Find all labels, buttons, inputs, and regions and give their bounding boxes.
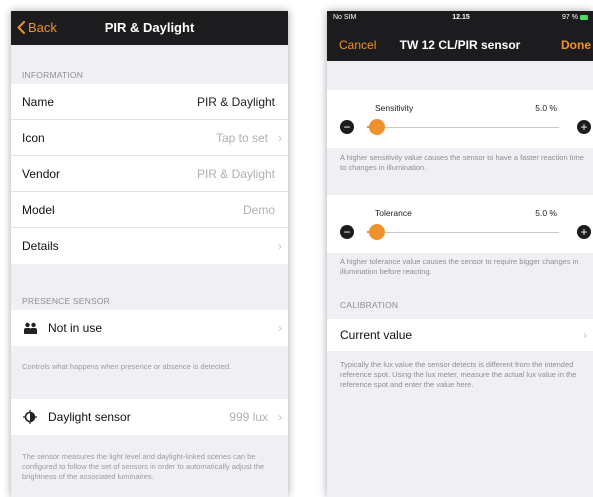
row-value: PIR & Daylight (196, 166, 275, 181)
status-bar: No SIM 12.15 97 % (333, 14, 589, 26)
navigation-bar: No SIM 12.15 97 % Cancel TW 12 CL/PIR se… (327, 11, 593, 61)
page-title: PIR & Daylight (104, 20, 195, 35)
battery-indicator: 97 % (562, 14, 589, 21)
row-label: Current value (340, 328, 413, 342)
clock: 12.15 (452, 14, 470, 21)
tolerance-slider-track[interactable] (367, 224, 559, 240)
row-label: Name (22, 94, 55, 109)
row-model[interactable]: Model Demo (11, 192, 288, 228)
sensitivity-label: Sensitivity (375, 103, 414, 113)
tolerance-decrease-button[interactable]: − (340, 225, 354, 239)
row-label: Icon (22, 130, 45, 145)
chevron-right-icon: › (278, 321, 282, 335)
chevron-right-icon: › (583, 328, 587, 342)
battery-percent: 97 % (562, 14, 578, 21)
tolerance-value: 5.0 % (535, 208, 557, 218)
row-value: PIR & Daylight (196, 94, 275, 109)
section-header-calibration: CALIBRATION (340, 300, 399, 310)
navigation-bar: Back PIR & Daylight (11, 11, 288, 45)
tolerance-label: Tolerance (375, 208, 412, 218)
done-button[interactable]: Done (561, 38, 591, 52)
daylight-half-sun-icon (22, 409, 38, 425)
tolerance-card: Tolerance 5.0 % − + (327, 195, 593, 253)
sensitivity-note: A higher sensitivity value causes the se… (340, 153, 584, 172)
sensitivity-value: 5.0 % (535, 103, 557, 113)
tolerance-slider-thumb[interactable] (368, 224, 385, 240)
sensitivity-increase-button[interactable]: + (577, 120, 591, 134)
row-value: Tap to set (215, 130, 268, 145)
battery-icon (580, 15, 588, 20)
calibration-note: Typically the lux value the sensor detec… (340, 360, 577, 389)
row-current-value[interactable]: Current value › (327, 319, 593, 351)
people-icon (22, 320, 38, 336)
row-value: Demo (242, 202, 275, 217)
pir-daylight-screen: Back PIR & Daylight INFORMATION Name PIR… (11, 11, 288, 497)
row-vendor[interactable]: Vendor PIR & Daylight (11, 156, 288, 192)
row-label: Vendor (22, 166, 61, 181)
row-presence-sensor[interactable]: Not in use › (11, 310, 288, 346)
sensitivity-slider-thumb[interactable] (368, 119, 385, 135)
row-label: Details (22, 239, 59, 253)
row-label: Model (22, 202, 55, 217)
row-label: Not in use (48, 321, 103, 335)
pir-sensor-settings-screen: No SIM 12.15 97 % Cancel TW 12 CL/PIR se… (327, 11, 593, 497)
row-name[interactable]: Name PIR & Daylight (11, 84, 288, 120)
page-title: TW 12 CL/PIR sensor (399, 38, 521, 52)
chevron-right-icon: › (278, 239, 282, 253)
presence-note: Controls what happens when presence or a… (22, 362, 232, 371)
section-header-presence: PRESENCE SENSOR (22, 296, 111, 306)
chevron-right-icon: › (278, 410, 282, 424)
chevron-right-icon: › (278, 130, 282, 145)
sensitivity-card: Sensitivity 5.0 % − + (327, 90, 593, 148)
row-label: Daylight sensor (48, 410, 131, 424)
row-value: 999 lux (229, 410, 268, 424)
sensitivity-slider-track[interactable] (367, 119, 559, 135)
daylight-group: Daylight sensor 999 lux › (11, 399, 288, 435)
daylight-note: The sensor measures the light level and … (22, 452, 265, 481)
information-group: Name PIR & Daylight Icon Tap to set › Ve… (11, 84, 288, 264)
row-details[interactable]: Details › (11, 228, 288, 264)
section-header-information: INFORMATION (22, 70, 84, 80)
tolerance-note: A higher tolerance value causes the sens… (340, 257, 579, 276)
tolerance-increase-button[interactable]: + (577, 225, 591, 239)
row-daylight-sensor[interactable]: Daylight sensor 999 lux › (11, 399, 288, 435)
row-icon[interactable]: Icon Tap to set › (11, 120, 288, 156)
sensitivity-decrease-button[interactable]: − (340, 120, 354, 134)
presence-group: Not in use › (11, 310, 288, 346)
